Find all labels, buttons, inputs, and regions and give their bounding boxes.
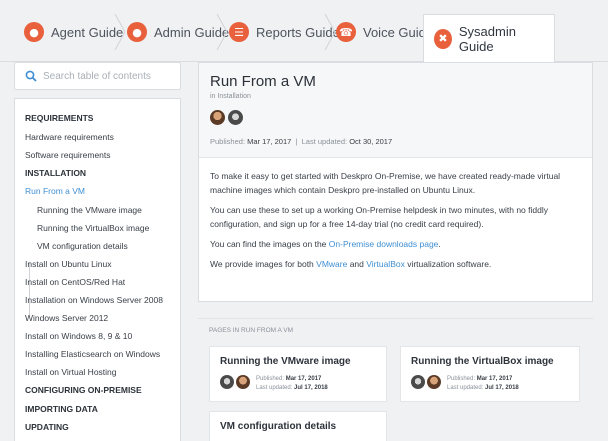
card-avatars	[220, 375, 252, 389]
updated-date: Oct 30, 2017	[349, 137, 393, 146]
toc-item-centos[interactable]: Install on CentOS/Red Hat	[25, 277, 125, 287]
phone-icon: ☎	[336, 22, 356, 42]
tab-label: Agent Guide	[51, 24, 124, 40]
table-of-contents: REQUIREMENTS Hardware requirements Softw…	[14, 98, 181, 441]
avatar	[236, 375, 250, 389]
paragraph: To make it easy to get started with Desk…	[210, 171, 561, 195]
card-dates: Published: Mar 17, 2017 Last updated: Ju…	[447, 375, 519, 393]
published-label: Published:	[210, 137, 246, 146]
tab-admin-guide[interactable]: ● Admin Guide	[127, 14, 229, 50]
vmware-link[interactable]: VMware	[316, 259, 347, 269]
downloads-link[interactable]: On-Premise downloads page	[329, 239, 439, 249]
updated-label: Last updated:	[301, 137, 348, 146]
divider	[198, 318, 593, 319]
sidebar: Search table of contents REQUIREMENTS Ha…	[14, 62, 181, 441]
avatar	[210, 110, 225, 125]
paragraph: You can find the images on the On-Premis…	[210, 237, 585, 251]
article-header: Run From a VM in Installation Published:…	[199, 63, 592, 158]
article-category[interactable]: in Installation	[210, 93, 251, 100]
guide-tabbar: ● Agent Guide ● Admin Guide ☰ Reports Gu…	[0, 0, 608, 62]
search-input[interactable]: Search table of contents	[14, 62, 181, 90]
published-label: Published:	[447, 376, 476, 382]
avatar	[427, 375, 441, 389]
search-icon	[25, 70, 37, 82]
toc-item-hardware[interactable]: Hardware requirements	[25, 132, 114, 142]
toc-item-ubuntu[interactable]: Install on Ubuntu Linux	[25, 259, 111, 269]
text: virtualization software.	[404, 259, 492, 269]
page-card-vm-config[interactable]: VM configuration details	[209, 411, 387, 441]
paragraph: You can use these to set up a working On…	[210, 205, 548, 229]
text: .	[438, 239, 441, 249]
article-panel: Run From a VM in Installation Published:…	[198, 62, 593, 302]
virtualbox-link[interactable]: VirtualBox	[366, 259, 405, 269]
pages-section-label: PAGES IN RUN FROM A VM	[209, 327, 294, 334]
page-title: Run From a VM	[210, 73, 316, 90]
updated-label: Last updated:	[256, 385, 293, 391]
group-icon: ●	[24, 22, 44, 42]
text: You can find the images on the	[210, 239, 329, 249]
toc-item-software[interactable]: Software requirements	[25, 150, 111, 160]
toc-heading-configuring[interactable]: CONFIGURING ON-PREMISE	[25, 385, 142, 395]
updated-date: Jul 17, 2018	[294, 385, 328, 391]
list-icon: ☰	[229, 22, 249, 42]
text: We provide images for both	[210, 259, 317, 269]
toc-heading-importing[interactable]: IMPORTING DATA	[25, 404, 98, 414]
author-avatars	[210, 110, 246, 125]
avatar	[220, 375, 234, 389]
tab-sysadmin-guide[interactable]: ✖ Sysadmin Guide	[423, 14, 555, 62]
updated-label: Last updated:	[447, 385, 484, 391]
card-dates: Published: Mar 17, 2017 Last updated: Ju…	[256, 375, 328, 393]
tab-divider	[324, 13, 336, 51]
published-date: Mar 17, 2017	[476, 376, 513, 382]
avatar	[411, 375, 425, 389]
tab-label: Sysadmin Guide	[458, 23, 516, 54]
published-label: Published:	[256, 376, 285, 382]
toc-item-run-from-vm[interactable]: Run From a VM	[25, 186, 85, 196]
toc-item-vmware-image[interactable]: Running the VMware image	[37, 205, 142, 215]
page-card-vmware[interactable]: Running the VMware image Published: Mar …	[209, 346, 387, 402]
tools-icon: ✖	[434, 28, 452, 49]
toc-heading-installation[interactable]: INSTALLATION	[25, 168, 86, 178]
page-card-virtualbox[interactable]: Running the VirtualBox image Published: …	[400, 346, 580, 402]
toc-heading-requirements[interactable]: REQUIREMENTS	[25, 113, 93, 123]
toc-item-vm-config[interactable]: VM configuration details	[37, 241, 128, 251]
toc-heading-updating[interactable]: UPDATING	[25, 422, 69, 432]
published-date: Mar 17, 2017	[247, 137, 292, 146]
toc-item-elasticsearch[interactable]: Installing Elasticsearch on Windows	[25, 349, 160, 359]
card-title[interactable]: Running the VMware image	[220, 356, 351, 367]
text: and	[347, 259, 367, 269]
toc-item-win2008[interactable]: Installation on Windows Server 2008	[25, 295, 163, 305]
toc-item-virtualbox-image[interactable]: Running the VirtualBox image	[37, 223, 149, 233]
search-placeholder: Search table of contents	[43, 70, 151, 82]
toc-item-virtual-hosting[interactable]: Install on Virtual Hosting	[25, 367, 117, 377]
card-title[interactable]: VM configuration details	[220, 421, 336, 432]
updated-date: Jul 17, 2018	[485, 385, 519, 391]
toc-item-win2012[interactable]: Windows Server 2012	[25, 313, 108, 323]
tab-agent-guide[interactable]: ● Agent Guide	[24, 14, 123, 50]
card-avatars	[411, 375, 443, 389]
avatar	[228, 110, 243, 125]
card-title[interactable]: Running the VirtualBox image	[411, 356, 554, 367]
user-icon: ●	[127, 22, 147, 42]
toc-item-win8[interactable]: Install on Windows 8, 9 & 10	[25, 331, 132, 341]
article-dates: Published: Mar 17, 2017 | Last updated: …	[210, 137, 392, 146]
article-body: To make it easy to get started with Desk…	[210, 169, 585, 277]
toc-sub-indicator	[29, 262, 30, 317]
tab-voice-guide[interactable]: ☎ Voice Guide	[336, 14, 433, 50]
tab-divider	[114, 13, 126, 51]
published-date: Mar 17, 2017	[285, 376, 322, 382]
paragraph: We provide images for both VMware and Vi…	[210, 257, 585, 271]
date-separator: |	[295, 137, 298, 146]
tab-divider	[216, 13, 228, 51]
